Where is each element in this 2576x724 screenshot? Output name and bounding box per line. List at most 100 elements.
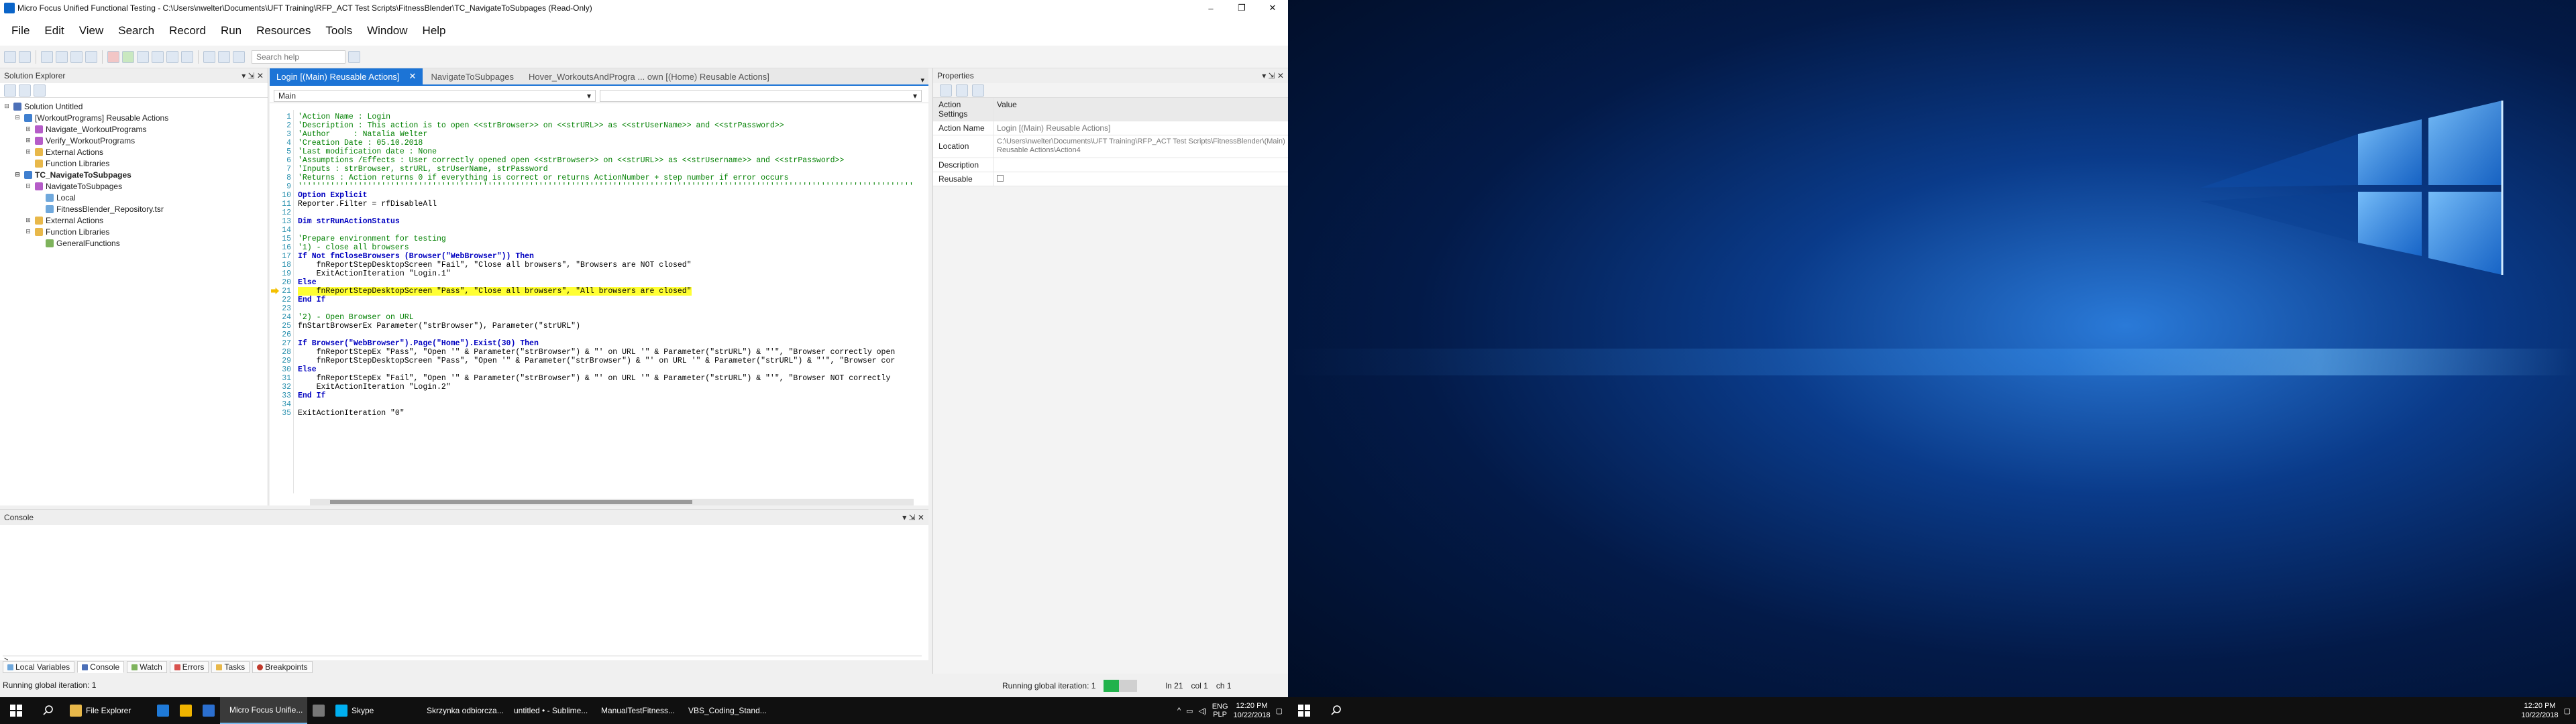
code-line[interactable]: 27 If Browser("WebBrowser").Page("Home").… (270, 339, 928, 348)
taskbar-app[interactable]: File Explorer (64, 697, 152, 724)
close-button[interactable]: ✕ (1257, 0, 1288, 16)
code-line[interactable]: 19 ExitActionIteration "Login.1" (270, 269, 928, 278)
property-value[interactable] (994, 158, 1288, 172)
menu-file[interactable]: File (4, 24, 37, 38)
parameters-icon[interactable] (956, 84, 968, 97)
tab-console[interactable]: Console (77, 661, 125, 673)
tab-breakpoints[interactable]: Breakpoints (252, 661, 313, 673)
code-line[interactable]: 15 'Prepare environment for testing (270, 235, 928, 243)
code-line[interactable]: 20 Else (270, 278, 928, 287)
tree-item[interactable]: ⊞ Navigate_WorkoutPrograms (0, 123, 268, 135)
menu-search[interactable]: Search (111, 24, 162, 38)
code-line[interactable]: 23 (270, 304, 928, 313)
clock[interactable]: 12:20 PM 10/22/2018 (1234, 701, 1271, 720)
code-line[interactable]: 24 '2) - Open Browser on URL (270, 313, 928, 322)
code-line[interactable]: 22 End If (270, 296, 928, 304)
record-icon[interactable] (107, 50, 119, 63)
taskbar-app[interactable] (152, 697, 174, 724)
menu-resources[interactable]: Resources (249, 24, 318, 38)
code-line[interactable]: 17 If Not fnCloseBrowsers (Browser("WebBr… (270, 252, 928, 261)
scrollbar-thumb[interactable] (330, 500, 692, 504)
tree-item[interactable]: ⊟ TC_NavigateToSubpages (0, 169, 268, 180)
test-settings-icon[interactable] (972, 84, 984, 97)
taskbar-app[interactable]: ManualTestFitness... (592, 697, 679, 724)
new-icon[interactable] (4, 50, 16, 63)
code-line[interactable]: 31 fnReportStepEx "Fail", "Open '" & Par… (270, 374, 928, 383)
save-all-icon[interactable] (56, 50, 68, 63)
search-help-input[interactable] (252, 50, 345, 64)
object-spy-icon[interactable] (233, 50, 245, 63)
object-repository-icon[interactable] (218, 50, 230, 63)
tab-watch[interactable]: Watch (127, 661, 167, 673)
code-line[interactable]: 9 '''''''''''''''''''''''''''''''''''''''… (270, 182, 928, 191)
notification-icon[interactable]: ▢ (2564, 707, 2571, 715)
code-line[interactable]: 21 fnReportStepDesktopScreen "Pass", "Cl… (270, 287, 928, 296)
tab-navigate-to-subpages[interactable]: NavigateToSubpages (424, 68, 521, 84)
menu-run[interactable]: Run (213, 24, 249, 38)
expand-toggle-icon[interactable]: ⊟ (13, 171, 21, 178)
code-line[interactable]: 25 fnStartBrowserEx Parameter("strBrowser… (270, 322, 928, 330)
language-indicator[interactable]: ENG PLP (1212, 703, 1228, 719)
code-line[interactable]: 10 Option Explicit (270, 191, 928, 200)
step-into-icon[interactable] (152, 50, 164, 63)
tree-item[interactable]: ⊟ NavigateToSubpages (0, 180, 268, 192)
tree-item[interactable]: GeneralFunctions (0, 237, 268, 249)
restore-button[interactable]: ❐ (1226, 0, 1257, 16)
stop-icon[interactable] (137, 50, 149, 63)
panel-controls[interactable]: ▾ ⇲ ✕ (1262, 71, 1284, 80)
code-line[interactable]: 11 Reporter.Filter = rfDisableAll (270, 200, 928, 208)
refresh-icon[interactable] (19, 84, 31, 97)
code-line[interactable]: 5 'Last modification date : None (270, 147, 928, 156)
code-line[interactable]: 13 Dim strRunActionStatus (270, 217, 928, 226)
expand-toggle-icon[interactable]: ⊞ (24, 217, 32, 224)
tab-hover-workouts[interactable]: Hover_WorkoutsAndProgra ... own [(Home) … (522, 68, 776, 84)
tree-item[interactable]: Local (0, 192, 268, 203)
code-line[interactable]: 8 'Returns : Action returns 0 if everythi… (270, 174, 928, 182)
step-out-icon[interactable] (181, 50, 193, 63)
taskbar-app[interactable]: Skrzynka odbiorcza... (417, 697, 504, 724)
property-row[interactable]: Description (933, 158, 1288, 172)
tree-item[interactable]: Function Libraries (0, 158, 268, 169)
close-tab-icon[interactable]: ✕ (409, 71, 417, 82)
volume-icon[interactable]: ◁) (1199, 707, 1207, 715)
code-line[interactable]: 4 'Creation Date : 05.10.2018 (270, 139, 928, 147)
scope-select[interactable]: Main ▾ (274, 89, 596, 102)
menu-help[interactable]: Help (415, 24, 453, 38)
tree-item[interactable]: ⊟ Solution Untitled (0, 101, 268, 112)
start-button[interactable] (1288, 697, 1320, 724)
reusable-checkbox[interactable] (997, 175, 1004, 182)
code-line[interactable]: 30 Else (270, 365, 928, 374)
expand-toggle-icon[interactable]: ⊞ (24, 148, 32, 156)
save-icon[interactable] (41, 50, 53, 63)
taskbar-app[interactable] (197, 697, 220, 724)
chevron-up-icon[interactable]: ^ (1177, 707, 1181, 715)
expand-toggle-icon[interactable]: ⊟ (13, 114, 21, 121)
code-line[interactable]: 1 'Action Name : Login (270, 113, 928, 121)
property-row[interactable]: Action Name Login [(Main) Reusable Actio… (933, 121, 1288, 135)
properties-icon[interactable] (4, 84, 16, 97)
code-line[interactable]: 12 (270, 208, 928, 217)
code-line[interactable]: 32 ExitActionIteration "Login.2" (270, 383, 928, 391)
start-button[interactable] (0, 697, 32, 724)
taskbar-app[interactable]: Micro Focus Unifie... (220, 697, 307, 724)
horizontal-scrollbar[interactable] (310, 499, 914, 505)
menu-window[interactable]: Window (360, 24, 415, 38)
general-properties-icon[interactable] (940, 84, 952, 97)
menu-record[interactable]: Record (162, 24, 213, 38)
code-area[interactable]: 1 'Action Name : Login 2 'Description : Thi… (270, 110, 928, 493)
search-button[interactable] (32, 697, 64, 724)
tree-item[interactable]: ⊟ Function Libraries (0, 226, 268, 237)
run-icon[interactable] (122, 50, 134, 63)
notification-icon[interactable]: ▢ (1276, 707, 1283, 715)
clock[interactable]: 12:20 PM 10/22/2018 (2522, 701, 2559, 720)
tree-item[interactable]: ⊞ External Actions (0, 146, 268, 158)
undo-icon[interactable] (70, 50, 83, 63)
code-line[interactable]: 34 (270, 400, 928, 409)
menu-view[interactable]: View (72, 24, 111, 38)
taskbar-app[interactable] (307, 697, 330, 724)
tab-tasks[interactable]: Tasks (211, 661, 250, 673)
code-line[interactable]: 7 'Inputs : strBrowser, strURL, strUserNa… (270, 165, 928, 174)
collapse-icon[interactable] (34, 84, 46, 97)
property-row[interactable]: Reusable (933, 172, 1288, 186)
expand-toggle-icon[interactable]: ⊞ (24, 137, 32, 144)
